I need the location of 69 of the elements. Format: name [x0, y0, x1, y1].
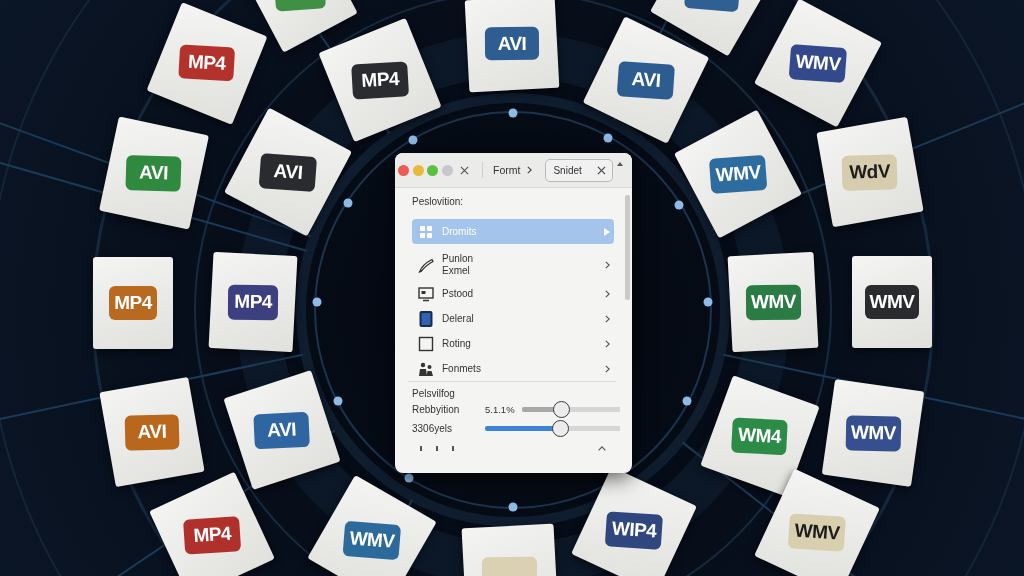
scrollbar-thumb[interactable]	[625, 195, 630, 300]
format-badge: WMV	[788, 43, 848, 83]
chevron-right-icon	[605, 364, 610, 373]
orbit-dot	[603, 133, 613, 143]
format-badge: AVI	[616, 60, 676, 100]
format-badge: WMV	[864, 285, 920, 319]
people-icon	[418, 360, 434, 377]
list-item[interactable]: Roting	[412, 331, 614, 356]
format-badge: WMV	[745, 284, 801, 320]
caret-up-icon[interactable]	[598, 445, 606, 451]
slider-thumb[interactable]	[552, 401, 570, 418]
orbit-dot	[682, 396, 692, 406]
caret-up-icon[interactable]	[617, 162, 624, 166]
filled-square-icon	[418, 310, 434, 327]
breadcrumb-link[interactable]: Formt	[493, 164, 521, 176]
play-arrow-icon	[604, 227, 610, 236]
orbit-dot	[404, 473, 414, 483]
format-badge: WMV	[787, 512, 847, 552]
list-item[interactable]: Deleral	[412, 306, 614, 331]
section-heading: Pelsvilfog	[412, 388, 456, 400]
format-badge: MP4	[109, 286, 157, 320]
format-badge: WdV	[841, 154, 899, 190]
slider-thumb[interactable]	[552, 420, 570, 437]
format-badge: WMV	[845, 415, 901, 451]
orbit-dot	[333, 396, 343, 406]
close-button[interactable]	[398, 164, 409, 176]
format-badge: AVI	[125, 154, 183, 192]
setting-label: 3306yels	[412, 423, 454, 434]
square-icon	[418, 335, 434, 352]
section-label: Peslovition:	[412, 196, 465, 208]
chevron-right-icon	[605, 289, 610, 298]
list-item[interactable]: Pstood	[412, 281, 614, 306]
orbit-dot	[343, 198, 353, 208]
format-badge: WMV	[342, 520, 402, 560]
format-badge: WM4	[731, 417, 789, 455]
orbit-dot	[508, 108, 518, 118]
close-icon[interactable]	[460, 165, 469, 175]
orbit-dot	[408, 135, 418, 145]
close-icon[interactable]	[597, 165, 607, 175]
monitor-icon	[418, 285, 434, 302]
chevron-right-icon	[605, 339, 610, 348]
pen-icon	[418, 257, 434, 273]
tick-mark-icon	[436, 445, 438, 451]
chevron-right-icon	[605, 314, 610, 323]
tick-mark-icon	[452, 445, 454, 451]
format-badge: AVI	[258, 152, 318, 192]
format-badge: AVI	[253, 411, 311, 449]
chevron-right-icon	[605, 261, 610, 269]
format-badge: WIP4	[604, 510, 664, 550]
format-badge: MP4	[227, 284, 279, 320]
format-badge: MP4	[178, 44, 236, 82]
maximize-button[interactable]	[427, 164, 438, 176]
chevron-right-icon	[527, 166, 533, 174]
orbit-dot	[674, 200, 684, 210]
format-badge: WMV	[708, 154, 768, 194]
tick-mark-icon	[420, 445, 422, 451]
list-item[interactable]: Punlon Exmel	[412, 249, 614, 281]
setting-label: Rebbyition	[412, 404, 461, 415]
orbit-dot	[312, 297, 322, 307]
format-badge: MP4	[182, 515, 242, 555]
grid-icon	[418, 223, 434, 240]
format-badge: AVI	[484, 27, 540, 61]
list-item[interactable]: Fonmets	[412, 356, 614, 381]
filter-chip[interactable]: Snidet	[545, 158, 614, 182]
orbit-dot	[508, 502, 518, 512]
format-badge: MP4	[350, 61, 410, 99]
orbit-dot	[703, 297, 713, 307]
slider-value: 5.1.1%	[485, 404, 516, 415]
format-badge: AVI	[124, 414, 180, 450]
